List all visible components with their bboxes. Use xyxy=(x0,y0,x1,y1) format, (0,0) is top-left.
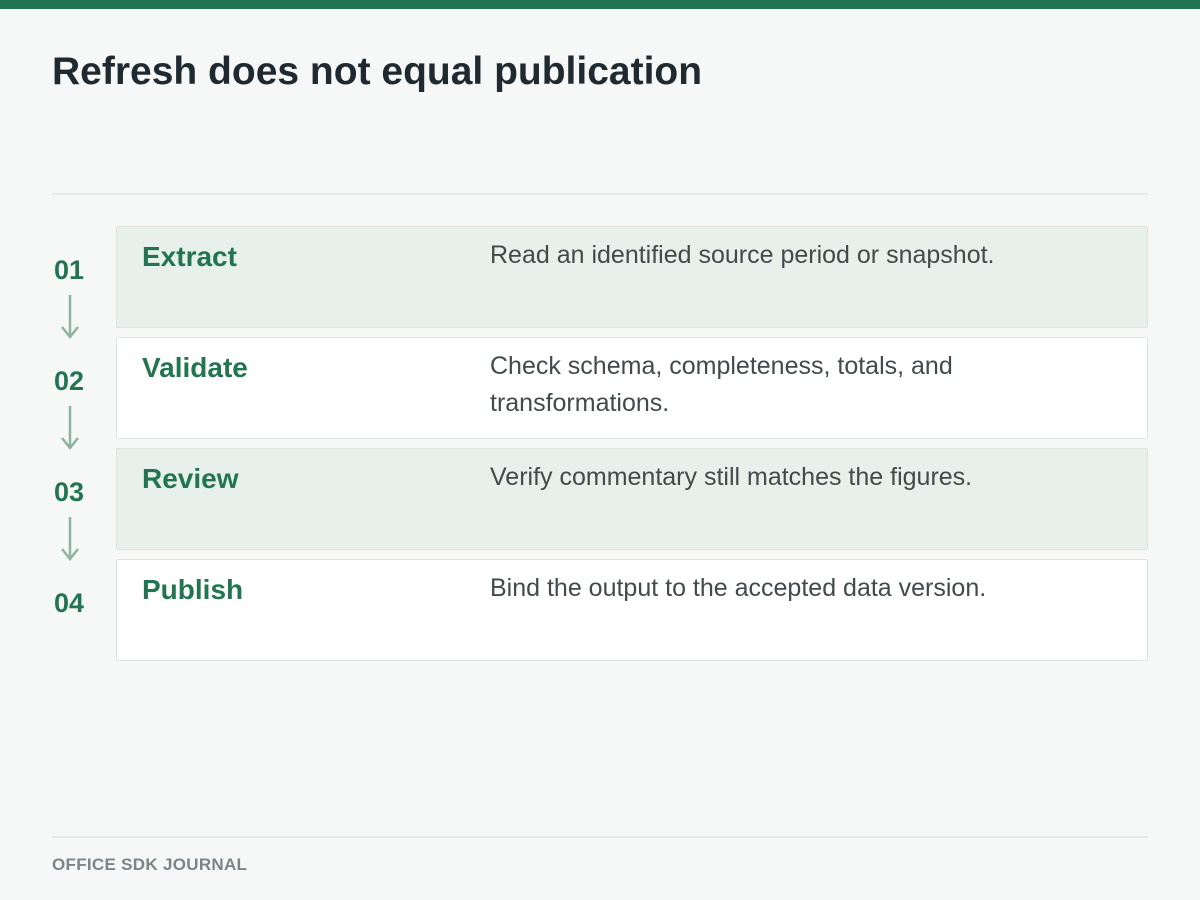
step-name: Review xyxy=(142,463,239,494)
step-number: 01 xyxy=(53,255,85,285)
title-divider xyxy=(52,193,1148,195)
arrow-down-icon xyxy=(61,295,79,340)
step-number: 02 xyxy=(53,366,85,396)
top-accent-bar xyxy=(0,0,1200,9)
step-card-publish: Publish Bind the output to the accepted … xyxy=(116,559,1148,661)
step-number: 03 xyxy=(53,477,85,507)
step-name: Extract xyxy=(142,241,237,272)
arrow-down-icon xyxy=(61,406,79,451)
step-name: Validate xyxy=(142,352,248,383)
slide-title: Refresh does not equal publication xyxy=(52,50,703,93)
step-card-review: Review Verify commentary still matches t… xyxy=(116,448,1148,550)
step-card-extract: Extract Read an identified source period… xyxy=(116,226,1148,328)
step-card-validate: Validate Check schema, completeness, tot… xyxy=(116,337,1148,439)
step-description: Read an identified source period or snap… xyxy=(490,241,995,269)
step-number: 04 xyxy=(53,588,85,618)
step-description: Verify commentary still matches the figu… xyxy=(490,463,973,491)
step-name: Publish xyxy=(142,574,244,605)
footer-label: OFFICE SDK JOURNAL xyxy=(52,855,248,874)
arrow-down-icon xyxy=(61,517,79,562)
step-description: Bind the output to the accepted data ver… xyxy=(490,574,987,602)
footer-divider xyxy=(52,836,1148,838)
step-description: Check schema, completeness, totals, and … xyxy=(490,352,953,417)
